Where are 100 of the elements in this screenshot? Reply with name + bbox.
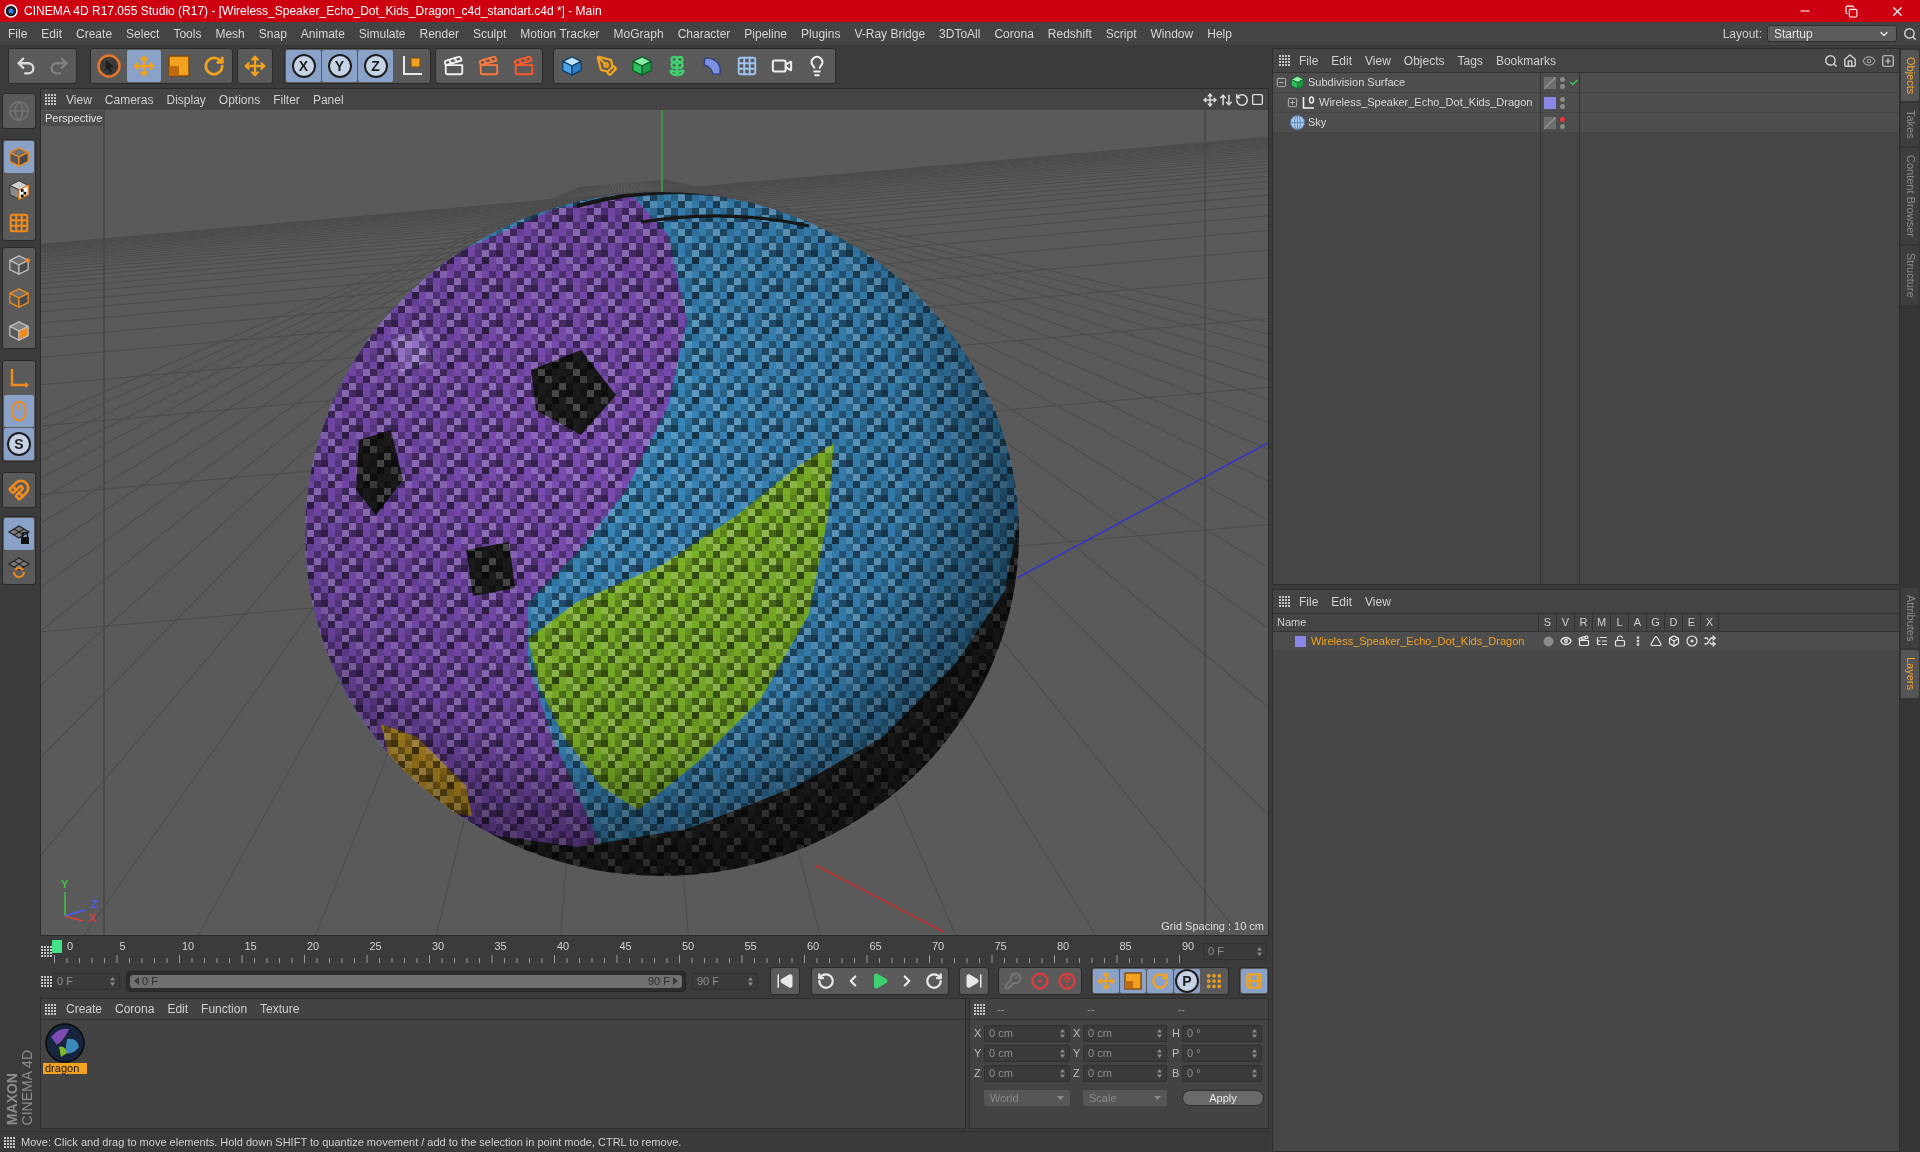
orbit-icon[interactable] — [1235, 92, 1249, 107]
rotation-field[interactable]: 0 ° — [1182, 1045, 1262, 1062]
house-icon[interactable] — [1843, 53, 1857, 68]
column-header[interactable]: Name — [1277, 617, 1307, 628]
x-axis-button[interactable]: X — [286, 50, 321, 82]
current-frame-field[interactable]: 0 F — [1203, 942, 1267, 960]
spinner-arrows-icon[interactable] — [1157, 1029, 1162, 1038]
solo-dot-icon[interactable] — [1542, 635, 1554, 647]
layer-swatch-icon[interactable] — [1544, 96, 1556, 109]
viewport-menu-item[interactable]: Display — [166, 93, 206, 106]
menu-item[interactable]: Edit — [1331, 595, 1353, 608]
scale-key-button[interactable] — [1120, 969, 1146, 993]
viewport-menu-item[interactable]: Filter — [273, 93, 300, 106]
viewport-menu-item[interactable]: Options — [218, 93, 261, 106]
column-header[interactable]: S — [1543, 617, 1552, 628]
position-field[interactable]: 0 cm — [984, 1065, 1070, 1082]
menu-item[interactable]: Tags — [1457, 54, 1483, 67]
rotation-field[interactable]: 0 ° — [1182, 1065, 1262, 1082]
menu-item[interactable]: Texture — [260, 1003, 300, 1015]
restore-icon[interactable] — [1844, 4, 1858, 18]
y-axis-button[interactable]: Y — [322, 50, 357, 82]
size-field[interactable]: 0 cm — [1083, 1045, 1167, 1062]
search-icon[interactable] — [1824, 53, 1838, 68]
menu-item[interactable]: Sculpt — [472, 27, 507, 40]
spinner-arrows-icon[interactable] — [1252, 1069, 1257, 1078]
triangle-icon[interactable] — [1650, 635, 1662, 647]
spinner-arrows-icon[interactable] — [1252, 1029, 1257, 1038]
eye-icon[interactable] — [1560, 635, 1572, 647]
size-field[interactable]: 0 cm — [1083, 1065, 1167, 1082]
cube-icon[interactable] — [1668, 635, 1680, 647]
menu-item[interactable]: Render — [419, 27, 459, 40]
menu-item[interactable]: Snap — [258, 27, 287, 40]
menu-item[interactable]: V-Ray Bridge — [854, 27, 926, 40]
column-header[interactable]: M — [1596, 617, 1607, 628]
material-tile[interactable]: dragon — [43, 1023, 87, 1074]
menu-item[interactable]: Corona — [994, 27, 1034, 40]
position-field[interactable]: 0 cm — [984, 1025, 1070, 1042]
disc-icon[interactable] — [1686, 635, 1698, 647]
column-header[interactable]: A — [1633, 617, 1642, 628]
size-field[interactable]: 0 cm — [1083, 1025, 1167, 1042]
rotation-field[interactable]: 0 ° — [1182, 1025, 1262, 1042]
menu-item[interactable]: Edit — [41, 27, 63, 40]
menu-item[interactable]: Motion Tracker — [520, 27, 600, 40]
menu-item[interactable]: Objects — [1403, 54, 1445, 67]
spinner-arrows-icon[interactable] — [1257, 946, 1262, 956]
menu-item[interactable]: Redshift — [1047, 27, 1092, 40]
spinner-arrows-icon[interactable] — [1252, 1049, 1257, 1058]
menu-item[interactable]: Corona — [115, 1003, 155, 1015]
column-header[interactable]: R — [1579, 617, 1588, 628]
column-header[interactable]: V — [1561, 617, 1570, 628]
menu-item[interactable]: Window — [1150, 27, 1194, 40]
menu-item[interactable]: File — [1299, 595, 1319, 608]
open-lock-icon[interactable] — [1614, 635, 1626, 647]
start-frame-field[interactable]: 0 F — [52, 972, 120, 990]
parameter-key-button[interactable]: P — [1174, 969, 1200, 993]
spinner-arrows-icon[interactable] — [1060, 1029, 1065, 1038]
menu-item[interactable]: Character — [677, 27, 731, 40]
viewport-menu-item[interactable]: Panel — [312, 93, 344, 106]
maximize-icon[interactable] — [1251, 93, 1264, 106]
menu-item[interactable]: Edit — [1331, 54, 1353, 67]
list-tree-icon[interactable] — [1596, 635, 1608, 647]
menu-item[interactable]: Mesh — [215, 27, 245, 40]
menu-item[interactable]: File — [1299, 54, 1319, 67]
menu-item[interactable]: Simulate — [358, 27, 406, 40]
object-name[interactable]: Sky — [1308, 117, 1327, 128]
menu-item[interactable]: File — [8, 27, 28, 40]
new-window-icon[interactable] — [1881, 53, 1895, 68]
column-header[interactable]: X — [1705, 617, 1714, 628]
menu-item[interactable]: View — [1365, 54, 1391, 67]
menu-item[interactable]: 3DToAll — [939, 27, 981, 40]
search-icon[interactable] — [1903, 26, 1917, 41]
end-frame-field[interactable]: 90 F — [692, 972, 758, 990]
menu-item[interactable]: Script — [1105, 27, 1137, 40]
lock-workplane-button[interactable] — [4, 518, 34, 550]
viewport-menu-item[interactable]: View — [66, 93, 92, 106]
column-header[interactable]: L — [1616, 617, 1623, 628]
side-tab[interactable]: Layers — [1901, 650, 1919, 698]
z-axis-button[interactable]: Z — [358, 50, 393, 82]
menu-item[interactable]: Edit — [167, 1003, 189, 1015]
menu-item[interactable]: View — [1365, 595, 1391, 608]
menu-item[interactable]: Function — [201, 1003, 248, 1015]
menu-item[interactable]: MoGraph — [613, 27, 664, 40]
spinner-arrows-icon[interactable] — [1157, 1049, 1162, 1058]
eye-icon[interactable] — [1862, 53, 1876, 68]
shuffle-arrows-icon[interactable] — [1704, 635, 1716, 647]
spinner-arrows-icon[interactable] — [748, 976, 753, 986]
zoom-arrows-icon[interactable] — [1219, 92, 1233, 107]
viewport-menu-item[interactable]: Cameras — [104, 93, 154, 106]
menu-item[interactable]: Select — [126, 27, 160, 40]
model-mode-button[interactable] — [4, 141, 34, 173]
menu-item[interactable]: Plugins — [801, 27, 841, 40]
solo-button[interactable]: S — [4, 428, 34, 460]
menu-item[interactable]: Pipeline — [744, 27, 788, 40]
layer-swatch-icon[interactable] — [1295, 635, 1306, 647]
no-layer-icon[interactable] — [1544, 76, 1556, 89]
column-header[interactable]: G — [1651, 617, 1660, 628]
pan-icon[interactable] — [1203, 92, 1217, 107]
spinner-arrows-icon[interactable] — [110, 976, 115, 986]
apply-button[interactable]: Apply — [1182, 1090, 1264, 1106]
position-field[interactable]: 0 cm — [984, 1045, 1070, 1062]
